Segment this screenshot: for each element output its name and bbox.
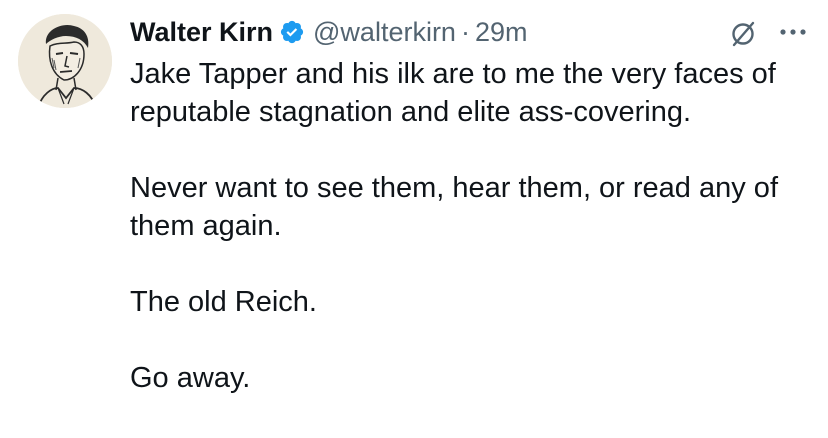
- tweet-paragraph: Never want to see them, hear them, or re…: [130, 172, 778, 242]
- tweet[interactable]: Walter Kirn @walterkirn · 29m Jake Tappe…: [0, 0, 828, 438]
- tweet-header: Walter Kirn @walterkirn · 29m: [130, 12, 527, 52]
- tweet-paragraph: Go away.: [130, 362, 251, 394]
- tweet-paragraph: The old Reich.: [130, 286, 317, 318]
- more-icon[interactable]: [778, 22, 808, 42]
- timestamp[interactable]: 29m: [475, 17, 528, 48]
- author-name[interactable]: Walter Kirn: [130, 17, 273, 48]
- verified-badge-icon: [280, 20, 304, 44]
- tweet-paragraph: Jake Tapper and his ilk are to me the ve…: [130, 58, 776, 128]
- tweet-text: Jake Tapper and his ilk are to me the ve…: [130, 55, 820, 435]
- author-handle[interactable]: @walterkirn: [313, 17, 456, 48]
- separator-dot: ·: [460, 16, 470, 47]
- avatar-sketch-portrait: [18, 14, 112, 108]
- avatar[interactable]: [18, 14, 112, 108]
- grok-icon[interactable]: [728, 19, 758, 49]
